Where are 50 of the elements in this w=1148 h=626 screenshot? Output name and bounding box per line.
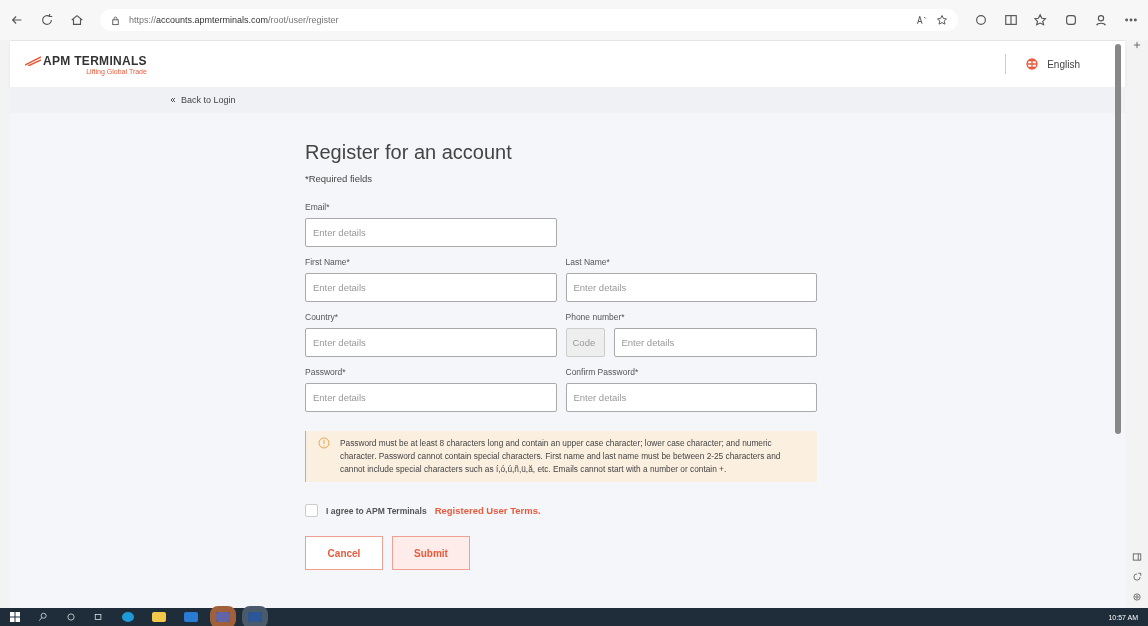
notice-text: Password must be at least 8 characters long and contain an upper case character; lower case character; and numeric character. Password cannot contain special characters. First name and last name must be between 2-25 characters and cannot include special characters such as í,ó,ú,ñ,ü,ă, etc. Emails cannot start with a number or contain +. [340, 437, 782, 476]
folder-app-icon[interactable] [152, 612, 166, 622]
favorites-icon[interactable] [1034, 13, 1048, 27]
required-note: *Required fields [305, 173, 374, 184]
sidebar-icon[interactable] [1131, 552, 1142, 562]
input-field[interactable]: Enter details [305, 383, 557, 412]
start-icon[interactable] [10, 612, 20, 622]
read-aloud-icon[interactable] [916, 14, 928, 26]
input-field[interactable]: Enter details [613, 328, 817, 357]
back-chevron-icon [170, 97, 176, 103]
search-icon[interactable] [38, 612, 48, 622]
input-field[interactable]: Enter details [565, 273, 817, 302]
input-field[interactable]: Enter details [305, 328, 557, 357]
url-text: https://accounts.apmterminals.com/root/user/register [129, 15, 339, 25]
browser-app-icon[interactable] [122, 612, 134, 622]
field-label: First Name* [305, 257, 351, 267]
info-icon [318, 437, 330, 449]
back-icon[interactable] [10, 13, 24, 27]
terms-checkbox[interactable] [305, 504, 318, 517]
refresh-icon[interactable] [40, 13, 54, 27]
input-field[interactable]: Enter details [305, 218, 557, 247]
logo-stripes-icon [25, 55, 41, 66]
lock-icon[interactable] [110, 14, 121, 26]
language-selector[interactable]: English [1026, 58, 1080, 70]
field-label: Country* [305, 312, 340, 322]
favorite-icon[interactable] [936, 14, 948, 26]
language-label: English [1047, 58, 1080, 70]
input-field[interactable]: Enter details [565, 383, 817, 412]
profile-icon[interactable] [1094, 13, 1108, 27]
field-label: Confirm Password* [565, 367, 640, 377]
external-link-icon[interactable] [1131, 572, 1142, 582]
task-view-icon[interactable] [94, 612, 104, 622]
globe-icon [1026, 58, 1039, 70]
cancel-button[interactable]: Cancel [305, 536, 383, 570]
form-title: Register for an account [305, 141, 513, 164]
logo-text: APM TERMINALS [43, 53, 147, 68]
back-to-login-link[interactable]: Back to Login [181, 95, 236, 105]
settings-icon[interactable] [1131, 592, 1142, 602]
field-label: Phone number* [565, 312, 626, 322]
collections-icon[interactable] [1064, 13, 1078, 27]
country-code-field[interactable]: Code [565, 328, 605, 357]
field-label: Email* [305, 202, 331, 212]
field-label: Last Name* [565, 257, 611, 267]
field-label: Password* [305, 367, 347, 377]
split-screen-icon[interactable] [1004, 13, 1018, 27]
address-bar[interactable]: https://accounts.apmterminals.com/root/user/register [100, 9, 958, 31]
home-icon[interactable] [70, 13, 84, 27]
input-field[interactable]: Enter details [305, 273, 557, 302]
agree-text: I agree to APM Terminals [326, 505, 427, 516]
add-icon[interactable] [1131, 40, 1142, 50]
